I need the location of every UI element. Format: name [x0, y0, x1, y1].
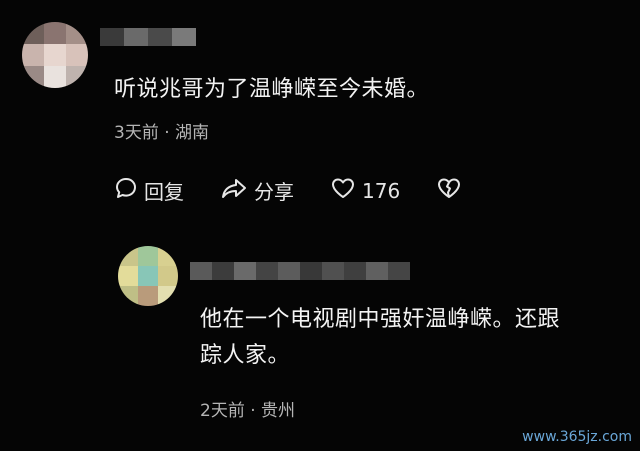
broken-heart-icon: [436, 176, 468, 205]
share-arrow-icon: [220, 176, 254, 205]
comment-actions: 回复 分享 176: [114, 176, 504, 205]
reply-button[interactable]: 回复: [114, 176, 184, 205]
reply-text-line: 踪人家。: [200, 343, 291, 368]
watermark: www.365jz.com: [522, 429, 632, 445]
meta-separator: ·: [164, 123, 176, 143]
comment-meta: 3天前 · 湖南: [114, 118, 209, 143]
meta-separator: ·: [250, 401, 262, 421]
dislike-button[interactable]: [436, 176, 468, 205]
like-count: 176: [362, 178, 401, 203]
reply-text: 他在一个电视剧中强奸温峥嵘。还跟 踪人家。: [200, 302, 560, 374]
reply-label: 回复: [144, 180, 184, 204]
avatar[interactable]: [118, 246, 178, 306]
avatar[interactable]: [22, 22, 88, 88]
username-blurred[interactable]: [100, 28, 196, 46]
like-button[interactable]: 176: [330, 176, 400, 205]
heart-icon: [330, 176, 362, 205]
reply-location: 贵州: [261, 401, 296, 421]
share-button[interactable]: 分享: [220, 176, 294, 205]
username-blurred[interactable]: [190, 262, 410, 280]
comment-bubble-icon: [114, 176, 144, 205]
reply-time: 2天前: [200, 401, 245, 421]
reply-text-line: 他在一个电视剧中强奸温峥嵘。还跟: [200, 307, 561, 332]
reply-meta: 2天前 · 贵州: [200, 396, 295, 421]
share-label: 分享: [254, 180, 294, 204]
comment-text: 听说兆哥为了温峥嵘至今未婚。: [114, 77, 430, 102]
comment-location: 湖南: [175, 123, 210, 143]
comment-time: 3天前: [114, 123, 159, 143]
